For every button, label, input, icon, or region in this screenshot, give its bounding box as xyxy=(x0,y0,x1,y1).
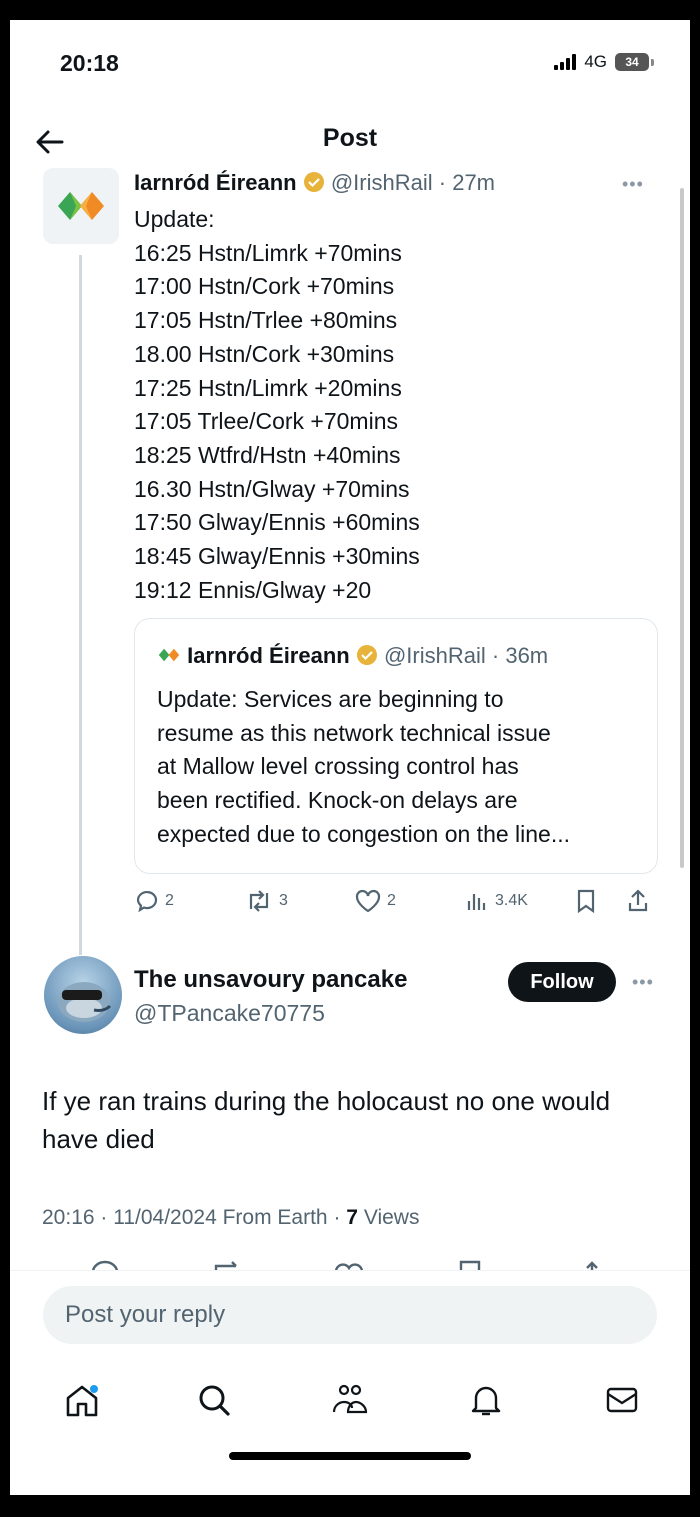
reply-meta: 20:16 · 11/04/2024 From Earth · 7 Views xyxy=(42,1206,419,1230)
post-line: 17:25 Hstn/Limrk +20mins xyxy=(134,374,402,401)
thread-line xyxy=(79,255,82,955)
reply-author-name[interactable]: The unsavoury pancake xyxy=(134,966,407,994)
post-actions: 2 3 2 3.4K xyxy=(134,888,660,922)
like-count: 2 xyxy=(387,892,396,909)
communities-icon[interactable] xyxy=(328,1378,372,1422)
reply-count: 2 xyxy=(165,892,174,909)
post-line: 16:25 Hstn/Limrk +70mins xyxy=(134,239,402,266)
repost-count: 3 xyxy=(279,892,288,909)
scrollbar[interactable] xyxy=(680,188,684,868)
status-time: 20:18 xyxy=(60,50,119,76)
reply-more-options-icon[interactable]: ••• xyxy=(632,972,654,993)
messages-icon[interactable] xyxy=(600,1378,644,1422)
reply-icon[interactable] xyxy=(90,1258,120,1270)
share-button[interactable] xyxy=(626,888,650,914)
post-time: · 27m xyxy=(438,170,496,195)
signal-icon xyxy=(554,54,577,70)
battery-level: 34 xyxy=(615,53,649,71)
share-icon xyxy=(628,889,648,912)
heart-icon xyxy=(355,889,381,913)
repost-icon[interactable] xyxy=(210,1258,244,1270)
irishrail-avatar[interactable] xyxy=(43,168,119,244)
repost-button[interactable]: 3 xyxy=(244,888,288,914)
reply-button[interactable]: 2 xyxy=(134,888,174,914)
quote-author-name: Iarnród Éireann xyxy=(187,643,350,668)
quote-line: been rectified. Knock-on delays are xyxy=(157,787,518,814)
quote-author-handle: @IrishRail xyxy=(383,643,486,668)
page-title: Post xyxy=(322,124,378,152)
dolphin-avatar-icon xyxy=(58,982,112,1022)
post-line: 18.00 Hstn/Cork +30mins xyxy=(134,340,395,367)
reply-text: If ye ran trains during the holocaust no… xyxy=(42,1086,611,1154)
views-count: 3.4K xyxy=(495,892,528,909)
more-options-icon[interactable]: ••• xyxy=(622,174,644,195)
reply-avatar[interactable] xyxy=(44,956,122,1034)
reply-timestamp: 20:16 · 11/04/2024 From Earth · xyxy=(42,1206,347,1229)
screen: 20:18 4G 34 Post Iarnród Éireann @IrishR… xyxy=(10,20,690,1495)
verified-badge-icon xyxy=(303,172,324,192)
bookmark-icon xyxy=(577,889,595,914)
reply-actions-row xyxy=(10,1256,690,1270)
reply-author-handle[interactable]: @TPancake70775 xyxy=(134,1000,325,1027)
reply-input[interactable]: Post your reply xyxy=(43,1286,657,1344)
reply-views-count: 7 xyxy=(346,1206,358,1229)
post-line: Update: xyxy=(134,206,215,232)
like-button[interactable]: 2 xyxy=(354,888,396,914)
battery-icon: 34 xyxy=(615,53,654,71)
heart-icon[interactable] xyxy=(332,1258,366,1270)
post-line: 18:25 Wtfrd/Hstn +40mins xyxy=(134,441,401,468)
post-line: 18:45 Glway/Ennis +30mins xyxy=(134,543,420,570)
repost-icon xyxy=(249,890,269,912)
irishrail-logo-icon xyxy=(158,648,180,662)
divider xyxy=(10,1270,690,1271)
home-icon[interactable] xyxy=(60,1378,104,1422)
irishrail-logo-icon xyxy=(58,192,104,220)
quote-time: · 36m xyxy=(491,643,549,668)
author-name[interactable]: Iarnród Éireann xyxy=(134,170,297,195)
bottom-nav xyxy=(10,1370,690,1430)
follow-button[interactable]: Follow xyxy=(508,962,616,1002)
quote-text: Update: Services are beginning to resume… xyxy=(157,683,642,852)
quote-header: Iarnród Éireann @IrishRail · 36m xyxy=(157,643,548,669)
quote-line: expected due to congestion on the line..… xyxy=(157,820,571,847)
views-chart-icon xyxy=(467,894,486,910)
quoted-post[interactable]: Iarnród Éireann @IrishRail · 36m Update:… xyxy=(134,618,658,874)
status-indicators: 4G 34 xyxy=(554,52,654,72)
views-button[interactable]: 3.4K xyxy=(464,888,528,914)
share-icon[interactable] xyxy=(580,1258,604,1270)
reply-views-label: Views xyxy=(363,1206,420,1229)
post-line: 19:12 Ennis/Glway +20 xyxy=(134,576,372,603)
reply-icon xyxy=(136,890,158,913)
home-indicator[interactable] xyxy=(229,1452,471,1460)
post-text: Update: 16:25 Hstn/Limrk +70mins 17:00 H… xyxy=(134,203,420,607)
post-line: 16.30 Hstn/Glway +70mins xyxy=(134,475,410,502)
post-line: 17:05 Hstn/Trlee +80mins xyxy=(134,307,398,334)
quote-line: resume as this network technical issue xyxy=(157,719,551,746)
search-icon[interactable] xyxy=(192,1378,236,1422)
author-handle[interactable]: @IrishRail xyxy=(331,170,433,195)
quote-line: Update: Services are beginning to xyxy=(157,686,504,712)
notifications-icon[interactable] xyxy=(464,1378,508,1422)
post-line: 17:05 Trlee/Cork +70mins xyxy=(134,408,398,435)
post-line: 17:00 Hstn/Cork +70mins xyxy=(134,273,395,300)
network-type: 4G xyxy=(584,52,607,71)
bookmark-icon[interactable] xyxy=(456,1258,484,1270)
post-header: Iarnród Éireann @IrishRail · 27m xyxy=(134,170,495,196)
verified-badge-icon xyxy=(356,645,377,665)
quote-line: at Mallow level crossing control has xyxy=(157,753,519,780)
bookmark-button[interactable] xyxy=(574,888,598,914)
post-line: 17:50 Glway/Ennis +60mins xyxy=(134,509,420,536)
